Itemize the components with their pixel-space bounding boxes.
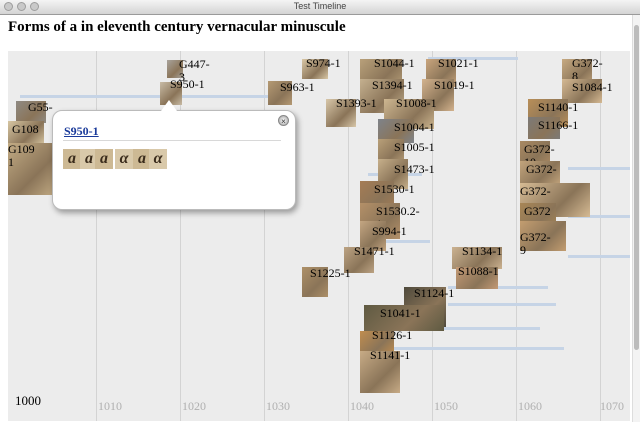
- event-label[interactable]: S1004-1: [394, 121, 435, 134]
- event-label[interactable]: S1393-1: [336, 97, 377, 110]
- event-label[interactable]: S1134-1: [462, 245, 502, 258]
- close-icon[interactable]: ×: [278, 115, 289, 126]
- start-year-label: 1000: [15, 393, 41, 408]
- event-label[interactable]: S1021-1: [438, 57, 479, 70]
- event-label[interactable]: S1044-1: [374, 57, 415, 70]
- event-label[interactable]: S1126-1: [372, 329, 412, 342]
- window-title: Test Timeline: [293, 1, 347, 11]
- event-label[interactable]: S1084-1: [572, 81, 613, 94]
- event-label[interactable]: S1225-1: [310, 267, 351, 280]
- duration-bar[interactable]: [568, 167, 630, 170]
- letter-form-sample: a: [95, 149, 113, 169]
- event-label[interactable]: S1530-1: [374, 183, 415, 196]
- tick-label: 1010: [98, 399, 122, 413]
- event-label[interactable]: S1141-1: [370, 349, 410, 362]
- duration-bar[interactable]: [568, 255, 630, 258]
- duration-bar[interactable]: [448, 303, 556, 306]
- event-label[interactable]: S963-1: [280, 81, 315, 94]
- event-label[interactable]: G55-: [28, 101, 53, 114]
- popup-title-link[interactable]: S950-1: [64, 124, 99, 139]
- event-label[interactable]: G372-: [526, 163, 557, 176]
- letter-form-sample: α: [115, 149, 133, 169]
- popup-divider: [63, 140, 281, 141]
- event-label[interactable]: S1088-1: [458, 265, 499, 278]
- scrollbar-thumb[interactable]: [634, 25, 639, 350]
- event-label[interactable]: G372- 9: [520, 231, 551, 257]
- event-label[interactable]: S994-1: [372, 225, 407, 238]
- timeline[interactable]: 1010 1020 1030 1040 1050 1060 1070 1000 …: [8, 51, 630, 421]
- event-popup: × S950-1 aaaαaα: [52, 100, 296, 210]
- tick-label: 1060: [518, 399, 542, 413]
- event-label[interactable]: G372: [524, 205, 551, 218]
- page-title: Forms of a in eleventh century vernacula…: [8, 19, 346, 35]
- gridline: [600, 51, 601, 421]
- gridline: [96, 51, 97, 421]
- event-label[interactable]: S974-1: [306, 57, 341, 70]
- event-label[interactable]: G372-: [520, 185, 551, 198]
- gridline: [180, 51, 181, 421]
- tick-label: 1020: [182, 399, 206, 413]
- vertical-scrollbar[interactable]: [632, 15, 640, 422]
- event-label[interactable]: S1471-1: [354, 245, 395, 258]
- popup-pointer: [161, 100, 177, 111]
- gridline: [264, 51, 265, 421]
- event-label[interactable]: S1166-1: [538, 119, 578, 132]
- letter-form-sample: α: [149, 149, 167, 169]
- event-label[interactable]: S950-1: [170, 78, 205, 91]
- event-label[interactable]: S1041-1: [380, 307, 421, 320]
- event-label[interactable]: S1124-1: [414, 287, 454, 300]
- window-titlebar: Test Timeline: [0, 0, 640, 15]
- event-label[interactable]: S1140-1: [538, 101, 578, 114]
- event-label[interactable]: S1473-1: [394, 163, 435, 176]
- duration-bar[interactable]: [20, 95, 270, 98]
- gridline: [516, 51, 517, 421]
- tick-label: 1030: [266, 399, 290, 413]
- event-label[interactable]: G108: [12, 123, 39, 136]
- event-label[interactable]: S1394-1: [372, 79, 413, 92]
- letter-form-sample: a: [63, 149, 81, 169]
- event-label[interactable]: G109 1: [8, 143, 35, 169]
- event-label[interactable]: S1005-1: [394, 141, 435, 154]
- tick-label: 1050: [434, 399, 458, 413]
- duration-bar[interactable]: [388, 347, 564, 350]
- tick-label: 1070: [600, 399, 624, 413]
- event-label[interactable]: S1019-1: [434, 79, 475, 92]
- tick-label: 1040: [350, 399, 374, 413]
- event-label[interactable]: S1008-1: [396, 97, 437, 110]
